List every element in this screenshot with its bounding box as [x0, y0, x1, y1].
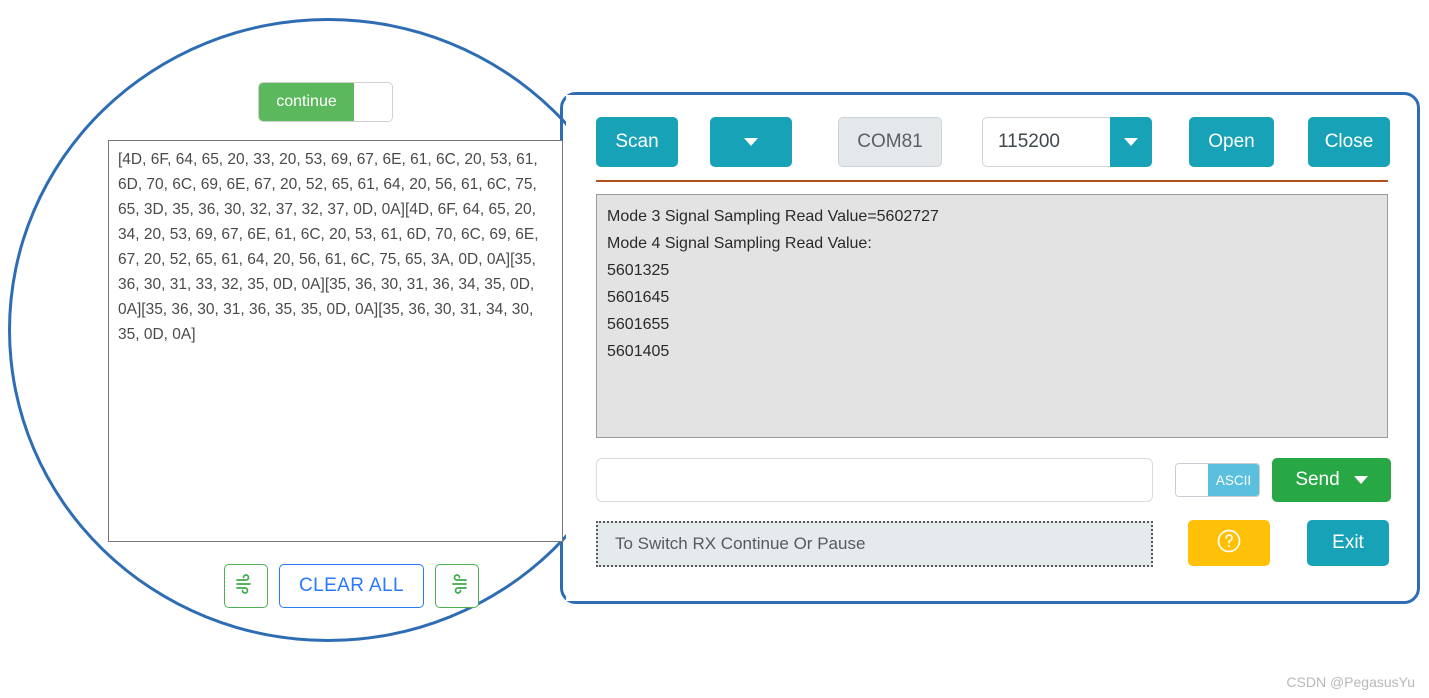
chevron-down-icon — [1124, 138, 1138, 146]
send-button[interactable]: Send — [1272, 458, 1391, 502]
continue-toggle-label: continue — [259, 83, 354, 121]
continue-toggle[interactable]: continue — [258, 82, 393, 122]
receive-line: 5601325 — [607, 262, 670, 279]
receive-line: Mode 3 Signal Sampling Read Value=560272… — [607, 208, 939, 225]
receive-line: 5601645 — [607, 289, 670, 306]
ascii-format-toggle[interactable]: ASCII — [1175, 463, 1260, 497]
com-port-field[interactable]: COM81 — [838, 117, 942, 167]
toolbar-divider — [596, 180, 1388, 182]
continue-toggle-track — [354, 83, 392, 121]
rx-pause-button[interactable] — [435, 564, 479, 608]
left-button-row: CLEAR ALL — [224, 564, 479, 608]
clear-all-button[interactable]: CLEAR ALL — [279, 564, 424, 608]
wind-icon — [234, 572, 258, 601]
send-button-label: Send — [1295, 469, 1340, 490]
send-input[interactable] — [596, 458, 1153, 502]
receive-line: Mode 4 Signal Sampling Read Value: — [607, 235, 872, 252]
ascii-toggle-label: ASCII — [1208, 464, 1259, 496]
help-button[interactable] — [1188, 520, 1270, 566]
chevron-down-icon[interactable] — [1353, 476, 1368, 484]
receive-output-box[interactable]: Mode 3 Signal Sampling Read Value=560272… — [596, 194, 1388, 438]
baud-rate-combo[interactable]: 115200 — [982, 117, 1152, 167]
receive-line: 5601655 — [607, 316, 670, 333]
status-bar[interactable]: To Switch RX Continue Or Pause — [596, 521, 1153, 567]
open-port-button[interactable]: Open — [1189, 117, 1274, 167]
receive-line: 5601405 — [607, 343, 670, 360]
close-port-button[interactable]: Close — [1308, 117, 1390, 167]
wind-icon — [445, 572, 469, 601]
exit-button[interactable]: Exit — [1307, 520, 1389, 566]
port-dropdown-button[interactable] — [710, 117, 792, 167]
watermark: CSDN @PegasusYu — [1286, 674, 1415, 690]
rx-continue-button[interactable] — [224, 564, 268, 608]
serial-toolbar: Scan COM81 115200 Open Close — [596, 117, 1390, 169]
hex-log-textarea[interactable]: [4D, 6F, 64, 65, 20, 33, 20, 53, 69, 67,… — [108, 140, 563, 542]
baud-dropdown-button[interactable] — [1110, 117, 1152, 167]
scan-button[interactable]: Scan — [596, 117, 678, 167]
baud-rate-value[interactable]: 115200 — [982, 117, 1110, 167]
ascii-toggle-track — [1176, 464, 1208, 496]
question-circle-icon — [1215, 527, 1243, 560]
chevron-down-icon — [744, 138, 758, 146]
